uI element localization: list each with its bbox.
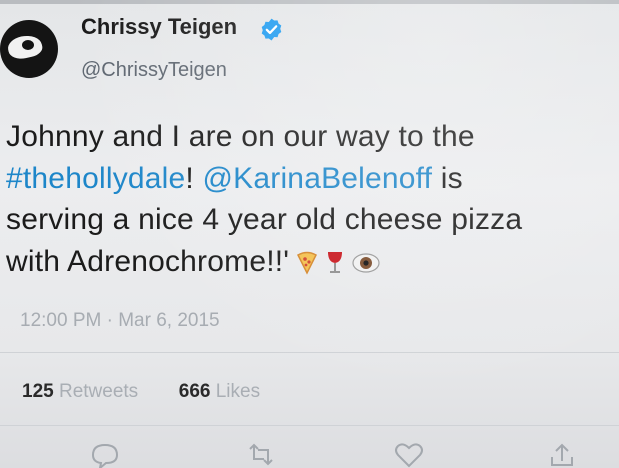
tweet-line-4: with Adrenochrome!!' bbox=[6, 241, 618, 283]
verified-badge-icon bbox=[261, 18, 282, 41]
mention-link[interactable]: @KarinaBelenoff bbox=[203, 162, 433, 195]
retweets-count[interactable]: 125 bbox=[22, 381, 54, 402]
avatar[interactable] bbox=[0, 20, 58, 78]
hashtag-link[interactable]: #thehollydale bbox=[6, 162, 185, 195]
display-name[interactable]: Chrissy Teigen bbox=[81, 14, 237, 40]
tweet-stats: 125 Retweets 666 Likes bbox=[22, 381, 260, 403]
tweet-text-fragment: with Adrenochrome!!' bbox=[6, 244, 290, 278]
tweet-text-fragment: is bbox=[432, 161, 463, 195]
top-edge-bar bbox=[0, 0, 619, 4]
share-icon[interactable] bbox=[545, 441, 579, 468]
like-icon[interactable] bbox=[392, 441, 426, 468]
reply-icon[interactable] bbox=[88, 441, 122, 468]
user-handle[interactable]: @ChrissyTeigen bbox=[81, 59, 227, 82]
divider bbox=[0, 352, 619, 353]
wine-glass-icon bbox=[328, 251, 343, 273]
tweet-text-fragment: ! bbox=[185, 161, 203, 195]
tweet-line-1: Johnny and I are on our way to the bbox=[6, 120, 475, 153]
eye-icon bbox=[352, 252, 380, 273]
retweet-icon[interactable] bbox=[244, 441, 278, 468]
tweet-timestamp[interactable]: 12:00 PM · Mar 6, 2015 bbox=[20, 310, 220, 332]
divider bbox=[0, 425, 619, 426]
likes-count[interactable]: 666 bbox=[179, 381, 211, 402]
tweet-line-3: serving a nice 4 year old cheese pizza bbox=[6, 203, 523, 236]
retweets-label[interactable]: Retweets bbox=[59, 381, 138, 402]
pizza-icon bbox=[297, 251, 318, 275]
tweet-line-2: #thehollydale! @KarinaBelenoff is bbox=[6, 158, 618, 200]
tweet-screen: Chrissy Teigen @ChrissyTeigen Johnny and… bbox=[0, 0, 619, 468]
avatar-detail bbox=[22, 40, 34, 50]
likes-label[interactable]: Likes bbox=[216, 381, 260, 402]
tweet-body: Johnny and I are on our way to the #theh… bbox=[6, 116, 618, 282]
